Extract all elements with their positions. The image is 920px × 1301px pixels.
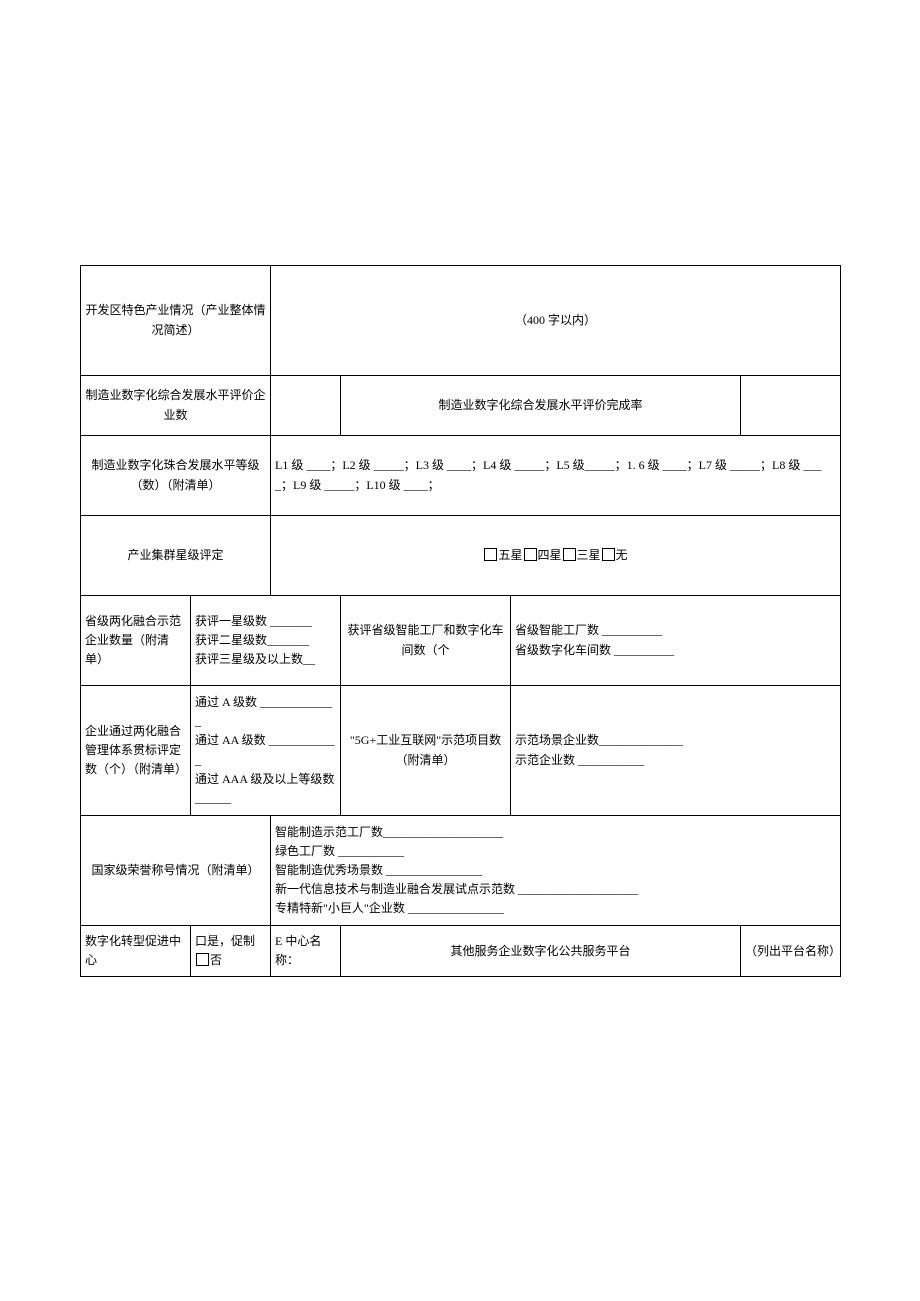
row5-c4[interactable]: 省级智能工厂数 __________ 省级数字化车间数 __________ <box>511 596 841 686</box>
row6-c2[interactable]: 通过 A 级数 _____________ 通过 AA 级数 _________… <box>191 686 341 816</box>
row7-l5: 专精特新"小巨人"企业数 ________________ <box>275 899 836 918</box>
opt-5star: 五星 <box>498 548 522 562</box>
opt-4star: 四星 <box>538 548 562 562</box>
row8-c3[interactable]: E 中心名称： <box>271 926 341 977</box>
opt-3star: 三星 <box>577 548 601 562</box>
row8-c4: 其他服务企业数字化公共服务平台 <box>341 926 741 977</box>
row4-options[interactable]: 五星 四星 三星 无 <box>271 516 841 596</box>
checkbox-none[interactable] <box>602 548 615 561</box>
row2-label2: 制造业数字化综合发展水平评价完成率 <box>341 376 741 436</box>
row6-c4b: 示范企业数 ___________ <box>515 751 836 770</box>
row5-c4b: 省级数字化车间数 __________ <box>515 641 836 660</box>
row6-c2a: 通过 A 级数 _____________ <box>195 693 336 731</box>
row8-c1: 数字化转型促进中心 <box>81 926 191 977</box>
row5-c4a: 省级智能工厂数 __________ <box>515 621 836 640</box>
row4-label: 产业集群星级评定 <box>81 516 271 596</box>
row5-c3: 获评省级智能工厂和数字化车间数（个 <box>341 596 511 686</box>
row5-c2[interactable]: 获评一星级数 _______ 获评二星级数_______ 获评三星级及以上数__ <box>191 596 341 686</box>
row8-c2a: 口是，促制 <box>195 934 255 948</box>
opt-none: 无 <box>616 548 628 562</box>
row2-input2[interactable] <box>741 376 841 436</box>
form-table: 开发区特色产业情况（产业整体情况简述） （400 字以内） 制造业数字化综合发展… <box>80 265 841 977</box>
row1-label: 开发区特色产业情况（产业整体情况简述） <box>81 266 271 376</box>
checkbox-4star[interactable] <box>524 548 537 561</box>
row7-l3: 智能制造优秀场景数 ________________ <box>275 861 836 880</box>
row5-c2c: 获评三星级及以上数__ <box>195 650 336 669</box>
row5-c2b: 获评二星级数_______ <box>195 631 336 650</box>
row7-l4: 新一代信息技术与制造业融合发展试点示范数 ___________________… <box>275 880 836 899</box>
row8-c2[interactable]: 口是，促制 否 <box>191 926 271 977</box>
row7-content[interactable]: 智能制造示范工厂数____________________ 绿色工厂数 ____… <box>271 816 841 926</box>
row3-label: 制造业数字化珠合发展水平等级（数）（附清单） <box>81 436 271 516</box>
row8-c2b: 否 <box>210 953 222 967</box>
row7-l2: 绿色工厂数 ___________ <box>275 842 836 861</box>
row1-value[interactable]: （400 字以内） <box>271 266 841 376</box>
row8-c5[interactable]: （列出平台名称） <box>741 926 841 977</box>
row5-c2a: 获评一星级数 _______ <box>195 612 336 631</box>
row6-c1: 企业通过两化融合管理体系贯标评定数（个）（附清单） <box>81 686 191 816</box>
row2-input1[interactable] <box>271 376 341 436</box>
row7-l1: 智能制造示范工厂数____________________ <box>275 823 836 842</box>
row5-c1: 省级两化融合示范企业数量（附清单） <box>81 596 191 686</box>
row2-label1: 制造业数字化综合发展水平评价企业数 <box>81 376 271 436</box>
checkbox-no[interactable] <box>196 953 209 966</box>
checkbox-5star[interactable] <box>484 548 497 561</box>
row6-c2c: 通过 AAA 级及以上等级数 ______ <box>195 770 336 808</box>
row7-label: 国家级荣誉称号情况（附清单） <box>81 816 271 926</box>
row6-c4[interactable]: 示范场景企业数______________ 示范企业数 ___________ <box>511 686 841 816</box>
row6-c2b: 通过 AA 级数 ____________ <box>195 731 336 769</box>
row6-c3: "5G+工业互联网"示范项目数（附清单） <box>341 686 511 816</box>
row3-text[interactable]: L1 级 ____；L2 级 _____；L3 级 ____；L4 级 ____… <box>271 436 841 516</box>
checkbox-3star[interactable] <box>563 548 576 561</box>
row6-c4a: 示范场景企业数______________ <box>515 731 836 750</box>
